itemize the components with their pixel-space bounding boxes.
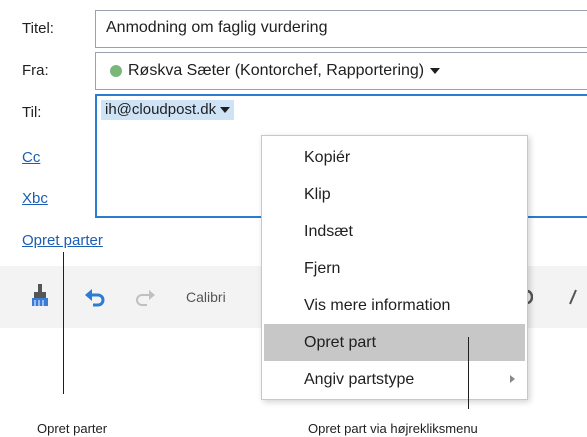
- italic-partial-icon[interactable]: [566, 289, 580, 305]
- menu-item-paste[interactable]: Indsæt: [262, 213, 527, 250]
- title-label: Titel:: [22, 20, 54, 37]
- xbc-link[interactable]: Xbc: [22, 190, 48, 207]
- menu-item-set-party-type[interactable]: Angiv partstype: [262, 361, 527, 398]
- from-selector[interactable]: Røskva Sæter (Kontorchef, Rapportering): [110, 62, 441, 80]
- undo-icon[interactable]: [84, 287, 106, 307]
- chevron-down-icon: [430, 68, 441, 74]
- from-field-value: Røskva Sæter (Kontorchef, Rapportering): [128, 62, 425, 79]
- chevron-right-icon: [510, 375, 515, 383]
- title-field[interactable]: Anmodning om faglig vurdering: [95, 10, 587, 48]
- presence-icon: [110, 65, 122, 77]
- chevron-down-icon[interactable]: [220, 106, 231, 113]
- title-field-value: Anmodning om faglig vurdering: [106, 19, 328, 36]
- to-label: Til:: [22, 104, 42, 121]
- callout-leader-right: [468, 337, 469, 409]
- menu-item-create-party[interactable]: Opret part: [264, 324, 525, 361]
- callout-leader-left: [63, 252, 64, 394]
- paint-brush-icon[interactable]: [30, 284, 52, 308]
- redo-icon[interactable]: [134, 287, 156, 307]
- callout-right: Opret part via højrekliksmenu: [308, 421, 478, 436]
- menu-item-remove[interactable]: Fjern: [262, 250, 527, 287]
- menu-item-cut[interactable]: Klip: [262, 176, 527, 213]
- from-field[interactable]: Røskva Sæter (Kontorchef, Rapportering): [95, 52, 587, 90]
- create-parties-link[interactable]: Opret parter: [22, 232, 103, 249]
- recipient-chip[interactable]: ih@cloudpost.dk: [101, 100, 235, 120]
- font-name-selector[interactable]: Calibri: [186, 289, 226, 305]
- menu-item-copy[interactable]: Kopiér: [262, 139, 527, 176]
- context-menu: Kopiér Klip Indsæt Fjern Vis mere inform…: [261, 135, 528, 400]
- callout-left: Opret parter: [37, 421, 108, 436]
- from-label: Fra:: [22, 62, 49, 79]
- cc-link[interactable]: Cc: [22, 149, 40, 166]
- menu-item-more-info[interactable]: Vis mere information: [262, 287, 527, 324]
- recipient-chip-label: ih@cloudpost.dk: [105, 101, 217, 118]
